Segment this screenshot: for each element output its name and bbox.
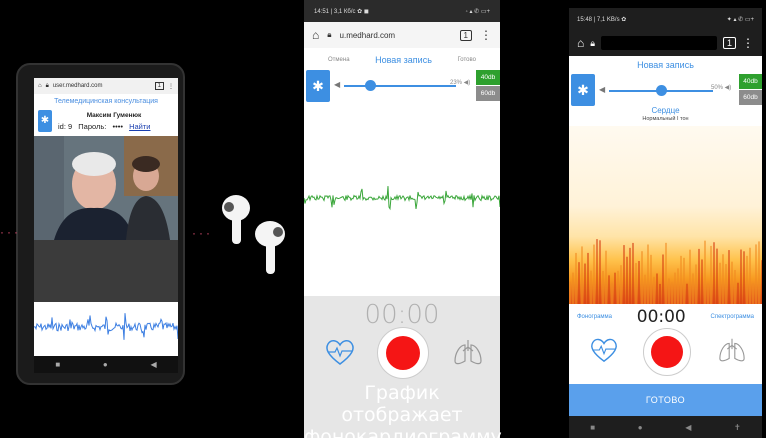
new-record-title: Новая запись [375, 55, 432, 65]
heart-icon[interactable] [589, 336, 619, 364]
tab-count-icon[interactable]: 1 [154, 82, 164, 90]
menu-icon[interactable]: ⋮ [480, 28, 492, 42]
status-left: 14:51 | 3,1 Кб/с ✿ ◼ [314, 8, 369, 15]
record-button[interactable] [377, 327, 429, 379]
record-timer: 00:00 [636, 307, 686, 327]
home-nav-icon[interactable]: ● [103, 360, 108, 369]
gain-40db-button[interactable]: 40db [476, 70, 500, 85]
lock-icon: 🔒︎ [327, 30, 332, 39]
record-button[interactable] [643, 328, 691, 376]
ready-button[interactable]: Готово [457, 57, 476, 63]
password-label: Пароль: [78, 122, 107, 131]
tab-count-icon[interactable]: 1 [459, 29, 472, 41]
url-text[interactable]: u.medhard.com [340, 31, 452, 40]
menu-icon[interactable]: ⋮ [168, 83, 174, 90]
phone-middle-screen: 14:51 | 3,1 Кб/с ✿ ◼ ◦ ▴ ✆ ▭+ ⌂ 🔒︎ u.med… [304, 0, 500, 438]
browser-url-bar[interactable]: ⌂ 🔒︎ user.medhard.com 1 ⋮ [34, 78, 178, 94]
tone-label: Нормальный I тон [642, 116, 689, 122]
phone-left-screen: ⌂ 🔒︎ user.medhard.com 1 ⋮ Телемедицинска… [34, 78, 178, 373]
status-bar: 14:51 | 3,1 Кб/с ✿ ◼ ◦ ▴ ✆ ▭+ [304, 0, 500, 22]
spectrogram-bands [569, 239, 762, 304]
bluetooth-icon[interactable]: ✱ [306, 70, 330, 102]
record-timer: 00:00 [364, 300, 440, 330]
gain-60db-button[interactable]: 60db [476, 86, 500, 101]
home-icon[interactable]: ⌂ [577, 36, 584, 50]
spectrogram [569, 126, 762, 304]
recents-icon[interactable]: ■ [55, 360, 60, 369]
find-link[interactable]: Найти [129, 122, 150, 131]
heart-icon[interactable] [324, 337, 356, 367]
password-value: •••• [112, 122, 123, 131]
video-people-image [34, 136, 178, 240]
volume-percent: 23% ◀) [450, 80, 471, 86]
id-label: id: [58, 122, 66, 131]
lock-icon: 🔒︎ [45, 82, 49, 89]
back-icon[interactable]: ◀ [685, 423, 691, 432]
doctor-name: Максим Гуменюк [86, 112, 142, 119]
session-credentials: id: 9 Пароль: •••• Найти [58, 122, 151, 131]
status-right: ◦ ▴ ✆ ▭+ [465, 8, 490, 15]
connector-dots-left: ··· [0, 225, 21, 239]
gain-40db-button[interactable]: 40db [739, 74, 762, 89]
recents-icon[interactable]: ■ [590, 423, 595, 432]
organ-label[interactable]: Сердце [569, 106, 762, 115]
phone-right-screen: 15:48 | 7,1 KB/s ✿ ✦ ▴ ✆ ▭+ ⌂ 🔒︎ 1 ⋮ Нов… [569, 8, 762, 438]
volume-low-icon: ◀ [334, 80, 341, 89]
phonogram-mode-button[interactable]: Фонограмма [577, 314, 612, 320]
volume-low-icon: ◀ [599, 85, 606, 94]
lungs-icon[interactable] [452, 337, 484, 367]
bluetooth-icon[interactable]: ✱ [571, 74, 595, 106]
done-button[interactable]: ГОТОВО [569, 384, 762, 416]
record-dot [651, 336, 683, 368]
cancel-button[interactable]: Отмена [328, 57, 350, 63]
caption-line-2: фонокардиограмму [304, 426, 502, 438]
status-right: ✦ ▴ ✆ ▭+ [726, 16, 754, 23]
volume-percent: 50% ◀) [711, 85, 732, 91]
caption-overlay: График отображает фонокардиограмму [304, 382, 502, 438]
status-bar: 15:48 | 7,1 KB/s ✿ ✦ ▴ ✆ ▭+ [569, 8, 762, 30]
tab-count-icon[interactable]: 1 [722, 37, 736, 49]
page-title: Телемедицинская консультация [54, 98, 158, 105]
volume-slider-track[interactable] [344, 85, 456, 87]
new-record-title: Новая запись [637, 60, 694, 70]
video-call-feed [34, 136, 178, 240]
home-icon[interactable]: ⌂ [38, 83, 42, 89]
record-dot [386, 336, 420, 370]
status-left: 15:48 | 7,1 KB/s ✿ [577, 16, 627, 23]
back-icon[interactable]: ◀ [150, 360, 156, 369]
caption-line-1: График отображает [341, 382, 463, 426]
home-nav-icon[interactable]: ● [638, 423, 643, 432]
volume-slider-handle[interactable] [364, 80, 376, 91]
lock-icon: 🔒︎ [590, 37, 596, 48]
phonocardiogram-waveform [304, 186, 500, 211]
record-header: Отмена Новая запись Готово [304, 52, 500, 68]
accessibility-icon[interactable]: ✝ [734, 423, 741, 432]
waveform-panel [34, 302, 178, 352]
lungs-icon[interactable] [717, 336, 747, 364]
browser-url-bar[interactable]: ⌂ 🔒︎ u.medhard.com 1 ⋮ [304, 22, 500, 48]
menu-icon[interactable]: ⋮ [742, 36, 754, 50]
empty-panel [34, 240, 178, 302]
android-nav-bar: ■ ● ◀ ✝ [569, 416, 762, 438]
id-value: 9 [68, 122, 73, 131]
android-nav-bar: ■ ● ◀ [34, 356, 178, 373]
volume-slider-handle[interactable] [656, 85, 667, 96]
earbuds-icon [222, 195, 285, 274]
browser-url-bar[interactable]: ⌂ 🔒︎ 1 ⋮ [569, 30, 762, 56]
url-text[interactable]: user.medhard.com [53, 83, 151, 89]
mode-bar: Фонограмма 00:00 Спектрограмма [569, 307, 762, 327]
bluetooth-icon[interactable]: ✱ [38, 110, 52, 132]
url-redacted[interactable] [601, 36, 717, 50]
gain-60db-button[interactable]: 60db [739, 90, 762, 105]
blue-waveform [34, 313, 178, 340]
home-icon[interactable]: ⌂ [312, 28, 319, 42]
spectrogram-mode-button[interactable]: Спектрограмма [711, 314, 754, 320]
